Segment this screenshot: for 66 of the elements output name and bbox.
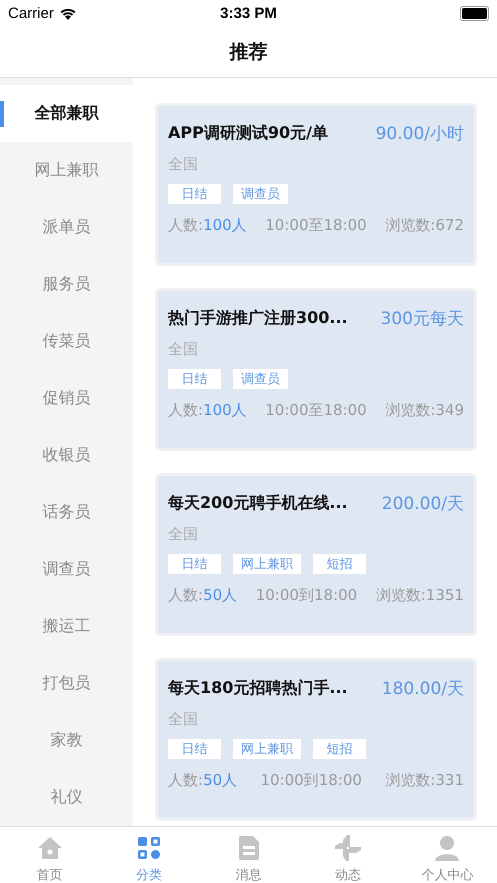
document-icon [238,835,260,861]
job-tag: 日结 [168,554,221,574]
category-item[interactable]: 网上兼职 [0,142,133,199]
carrier-label: Carrier [8,4,54,22]
job-area: 全国 [168,710,464,729]
job-card[interactable]: 热门手游推广注册300... 300元每天 全国 日结 调查员 人数:100人 10:00至18:00 浏览数:349 [155,288,477,451]
tab-item[interactable]: 首页 [0,827,100,883]
person-icon [434,835,460,861]
tab-item[interactable]: 动态 [298,827,398,883]
category-item[interactable]: 话务员 [0,484,133,541]
job-tag: 短招 [313,739,366,759]
job-title: 每天180元招聘热门手... [168,678,348,699]
headcount-label: 人数:100人 [168,216,247,235]
status-time: 3:33 PM [220,4,277,22]
category-item[interactable]: 促销员 [0,370,133,427]
job-tag: 调查员 [233,184,288,204]
job-card[interactable]: 每天180元招聘热门手... 180.00/天 全国 日结 网上兼职 短招 人数:50人 10:00到18:00 浏览数:331 [155,658,477,821]
work-hours: 10:00至18:00 [265,216,367,235]
page-title: 推荐 [230,40,268,64]
category-item[interactable]: 搬运工 [0,598,133,655]
job-tag: 调查员 [233,369,288,389]
grid-icon [137,836,162,860]
category-item[interactable]: 传菜员 [0,313,133,370]
job-title: APP调研测试90元/单 [168,123,328,144]
home-icon [36,835,63,861]
battery-icon [460,6,489,20]
work-hours: 10:00到18:00 [256,586,358,605]
category-item[interactable]: 打包员 [0,655,133,712]
job-pay: 90.00/小时 [376,123,464,145]
job-pay: 300元每天 [380,308,464,330]
job-tag: 日结 [168,184,221,204]
category-item[interactable]: 服务员 [0,256,133,313]
category-item[interactable]: 派单员 [0,199,133,256]
job-title: 每天200元聘手机在线... [168,493,348,514]
job-area: 全国 [168,155,464,174]
tab-item[interactable]: 消息 [198,827,298,883]
job-tag: 网上兼职 [233,554,301,574]
category-item[interactable]: 全部兼职 [0,85,133,142]
tab-item[interactable]: 个人中心 [398,827,497,883]
job-tag: 日结 [168,739,221,759]
view-count: 浏览数:331 [385,771,464,790]
headcount-label: 人数:100人 [168,401,247,420]
view-count: 浏览数:672 [385,216,464,235]
view-count: 浏览数:1351 [376,586,464,605]
job-tag: 日结 [168,369,221,389]
category-item[interactable]: 家教 [0,712,133,769]
category-item[interactable]: 收银员 [0,427,133,484]
job-card[interactable]: 每天200元聘手机在线... 200.00/天 全国 日结 网上兼职 短招 人数:50人 10:00到18:00 浏览数:1351 [155,473,477,636]
job-pay: 180.00/天 [382,678,464,700]
job-title: 热门手游推广注册300... [168,308,348,329]
headcount-label: 人数:50人 [168,586,238,605]
work-hours: 10:00至18:00 [265,401,367,420]
job-area: 全国 [168,340,464,359]
job-card[interactable]: APP调研测试90元/单 90.00/小时 全国 日结 调查员 人数:100人 10:00至18:00 浏览数:672 [155,103,477,266]
category-item[interactable]: 礼仪 [0,769,133,826]
job-tag: 网上兼职 [233,739,301,759]
work-hours: 10:00到18:00 [260,771,362,790]
job-area: 全国 [168,525,464,544]
wifi-icon [58,6,77,20]
headcount-label: 人数:50人 [168,771,238,790]
view-count: 浏览数:349 [385,401,464,420]
pinwheel-icon [334,834,362,862]
job-pay: 200.00/天 [382,493,464,515]
job-tag: 短招 [313,554,366,574]
category-item[interactable]: 调查员 [0,541,133,598]
tab-item[interactable]: 分类 [99,827,199,883]
